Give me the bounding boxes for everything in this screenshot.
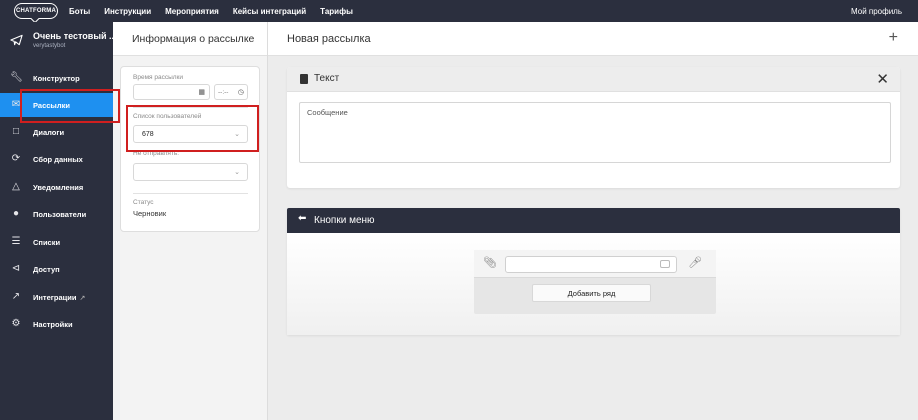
- users-icon: ●: [12, 208, 20, 219]
- top-navigation: CHATFORMA Боты Инструкции Мероприятия Ке…: [0, 0, 918, 22]
- nav-bots[interactable]: Боты: [69, 7, 90, 16]
- highlight-mailings: [20, 89, 120, 123]
- sidebar-item-label: Пользователи: [33, 209, 87, 219]
- divider: [133, 193, 248, 194]
- highlight-user-list: [126, 105, 259, 152]
- sidebar-item-users[interactable]: ● Пользователи: [0, 202, 113, 226]
- bell-icon: △: [12, 181, 20, 192]
- sidebar-item-label: Интеграции ↗: [33, 293, 85, 302]
- status-value: Черновик: [133, 209, 167, 218]
- telegram-icon: [10, 34, 23, 46]
- close-icon[interactable]: ✕: [876, 70, 889, 88]
- keyboard-preview: 📎︎ 🎤︎ Добавить ряд: [474, 250, 716, 314]
- chat-icon: □: [12, 126, 20, 137]
- text-block-header: Текст ✕: [287, 67, 900, 92]
- main-header: Новая рассылка +: [268, 22, 918, 56]
- sidebar-item-integrations[interactable]: ↗ Интеграции ↗: [0, 285, 113, 309]
- add-row-button[interactable]: Добавить ряд: [532, 284, 651, 302]
- plus-icon[interactable]: +: [889, 29, 898, 47]
- chevron-down-icon: ⌄: [234, 169, 240, 176]
- nav-instructions[interactable]: Инструкции: [104, 7, 151, 16]
- sidebar-item-label: Сбор данных: [33, 154, 83, 164]
- message-bar: 📎︎ 🎤︎: [474, 250, 716, 278]
- sidebar-item-label: Настройки: [33, 319, 73, 329]
- nav-events[interactable]: Мероприятия: [165, 7, 219, 16]
- external-link-icon: ↗: [79, 294, 86, 302]
- refresh-icon: ⟳: [11, 153, 21, 164]
- sidebar-item-label: Конструктор: [33, 73, 80, 83]
- mailing-info-title: Информация о рассылке: [113, 22, 267, 56]
- time-placeholder: --:--: [218, 89, 229, 96]
- date-input[interactable]: ▦: [133, 84, 210, 100]
- sidebar-item-lists[interactable]: ☰ Списки: [0, 230, 113, 254]
- sidebar-item-constructor[interactable]: 🔧︎ Конструктор: [0, 66, 113, 90]
- gear-icon: ⚙: [11, 318, 21, 329]
- nav-tariffs[interactable]: Тарифы: [320, 7, 353, 16]
- paperclip-icon: 📎︎: [483, 257, 497, 269]
- clock-icon: ◷: [237, 89, 244, 96]
- reply-arrow-icon: ⬅︎: [298, 213, 307, 224]
- text-block-card: Текст ✕ Сообщение: [287, 67, 900, 188]
- sidebar-item-dialogs[interactable]: □ Диалоги: [0, 120, 113, 144]
- nav-my-profile[interactable]: Мой профиль: [851, 7, 902, 16]
- sidebar-item-data-collection[interactable]: ⟳ Сбор данных: [0, 147, 113, 171]
- sidebar-item-access[interactable]: ⊲ Доступ: [0, 257, 113, 281]
- time-input[interactable]: --:-- ◷: [214, 84, 248, 100]
- sidebar-item-notifications[interactable]: △ Уведомления: [0, 175, 113, 199]
- bot-name: Очень тестовый ...: [33, 31, 117, 41]
- sidebar-item-settings[interactable]: ⚙ Настройки: [0, 312, 113, 336]
- wrench-icon: 🔧︎: [10, 72, 23, 83]
- sidebar-item-label: Диалоги: [33, 127, 65, 137]
- sticker-icon: [660, 260, 670, 268]
- sidebar: Очень тестовый ... verytastybot 🔧︎ Конст…: [0, 22, 117, 420]
- text-block-title: Текст: [314, 73, 340, 84]
- page-title: Новая рассылка: [287, 33, 371, 45]
- sidebar-item-label: Доступ: [33, 264, 60, 274]
- calendar-icon: ▦: [198, 89, 205, 96]
- menu-buttons-header: ⬅︎ Кнопки меню: [287, 208, 900, 233]
- microphone-icon: 🎤︎: [688, 257, 702, 269]
- bot-header[interactable]: Очень тестовый ... verytastybot: [0, 22, 117, 62]
- share-icon: ⊲: [11, 263, 21, 274]
- preview-input: [505, 256, 677, 273]
- plug-icon: ↗: [11, 291, 21, 302]
- message-placeholder: Сообщение: [307, 108, 348, 117]
- dont-send-select[interactable]: ⌄: [133, 163, 248, 181]
- message-textarea[interactable]: Сообщение: [299, 102, 891, 163]
- list-icon: ☰: [11, 236, 21, 247]
- sidebar-item-label: Уведомления: [33, 182, 84, 192]
- send-time-label: Время рассылки: [133, 74, 184, 81]
- bot-username: verytastybot: [33, 43, 66, 49]
- chatforma-logo[interactable]: CHATFORMA: [14, 3, 58, 19]
- status-label: Статус: [133, 199, 154, 206]
- mailing-info-panel: Информация о рассылке Время рассылки ▦ -…: [113, 22, 268, 420]
- document-icon: [300, 74, 308, 84]
- sidebar-item-label-text: Интеграции: [33, 292, 77, 302]
- sidebar-item-label: Списки: [33, 237, 61, 247]
- nav-integration-cases[interactable]: Кейсы интеграций: [233, 7, 306, 16]
- menu-buttons-card: ⬅︎ Кнопки меню 📎︎ 🎤︎ Добавить ряд: [287, 208, 900, 335]
- menu-buttons-body: 📎︎ 🎤︎ Добавить ряд: [287, 233, 900, 335]
- menu-buttons-title: Кнопки меню: [314, 215, 375, 226]
